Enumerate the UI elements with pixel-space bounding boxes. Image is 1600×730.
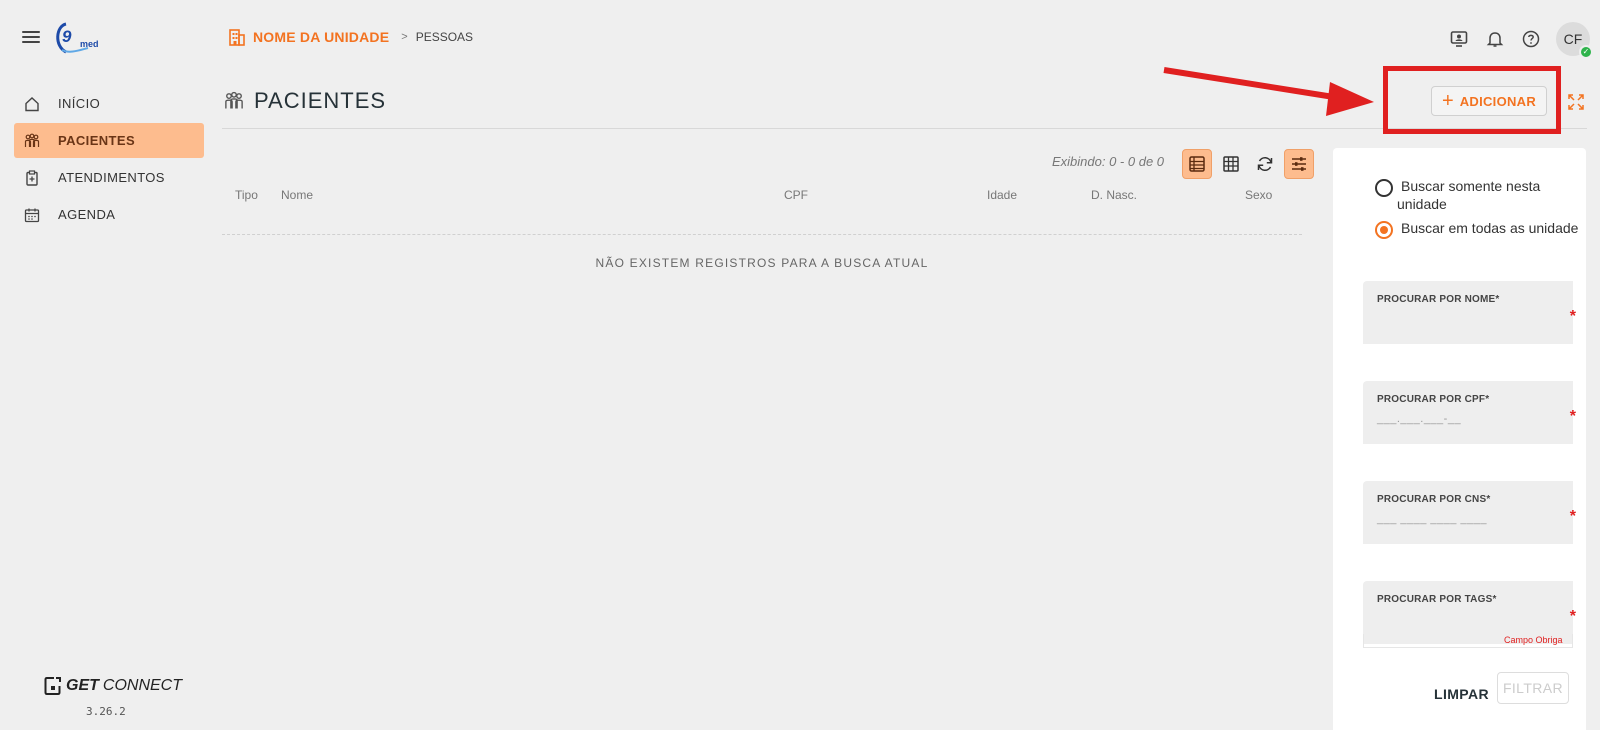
breadcrumb-unit[interactable]: NOME DA UNIDADE bbox=[253, 29, 389, 45]
field-mask: ___ ____ ____ ____ bbox=[1377, 513, 1487, 525]
logo-swoosh-icon bbox=[56, 22, 89, 54]
header-divider bbox=[222, 128, 1587, 129]
logo-word: med bbox=[80, 39, 99, 49]
top-bar: 9 med NOME DA UNIDADE > PESSOAS CF ✓ bbox=[0, 0, 1600, 76]
monitor-user-icon[interactable] bbox=[1448, 28, 1470, 50]
radio-label-all-units: Buscar em todas as unidade bbox=[1401, 220, 1579, 236]
field-label: PROCURAR POR CPF* bbox=[1377, 394, 1490, 405]
column-header-sexo[interactable]: Sexo bbox=[1245, 188, 1272, 202]
empty-state-message: NÃO EXISTEM REGISTROS PARA A BUSCA ATUAL bbox=[595, 256, 929, 270]
building-icon bbox=[229, 29, 245, 46]
column-header-tipo[interactable]: Tipo bbox=[235, 188, 258, 202]
avatar[interactable]: CF ✓ bbox=[1556, 22, 1593, 59]
required-mark: * bbox=[1569, 408, 1576, 425]
brand-connect: CONNECT bbox=[102, 677, 182, 694]
logo-number: 9 bbox=[62, 27, 72, 46]
breadcrumb-page: PESSOAS bbox=[415, 30, 474, 44]
name-search-field[interactable]: PROCURAR POR NOME* * bbox=[1363, 281, 1576, 344]
brand-get: GET bbox=[66, 677, 99, 694]
field-label: PROCURAR POR NOME* bbox=[1377, 294, 1500, 305]
fullscreen-icon[interactable] bbox=[1567, 93, 1585, 111]
column-header-cpf[interactable]: CPF bbox=[784, 188, 808, 202]
getconnect-mark-icon bbox=[44, 677, 61, 695]
people-icon bbox=[225, 91, 243, 109]
column-header-data-nascimento[interactable]: D. Nasc. bbox=[1091, 188, 1137, 202]
cns-search-field[interactable]: PROCURAR POR CNS* ___ ____ ____ ____ * bbox=[1363, 481, 1576, 544]
required-mark: * bbox=[1569, 308, 1576, 325]
filter-toggle-button[interactable] bbox=[1284, 149, 1314, 179]
breadcrumb: NOME DA UNIDADE > PESSOAS bbox=[229, 28, 473, 46]
clear-button[interactable]: LIMPAR bbox=[1434, 686, 1489, 702]
sidebar-item-label: AGENDA bbox=[58, 207, 116, 222]
field-label: PROCURAR POR TAGS* bbox=[1377, 594, 1497, 605]
app-version: 3.26.2 bbox=[86, 705, 126, 718]
grid-view-button[interactable] bbox=[1216, 149, 1246, 179]
filter-button[interactable]: FILTRAR bbox=[1497, 672, 1569, 704]
sidebar-item-inicio[interactable]: INÍCIO bbox=[14, 86, 204, 121]
field-mask: ___.___.___-__ bbox=[1377, 413, 1462, 425]
field-label: PROCURAR POR CNS* bbox=[1377, 494, 1491, 505]
people-icon bbox=[24, 133, 40, 147]
top-actions: CF ✓ bbox=[1448, 22, 1593, 59]
refresh-icon bbox=[1257, 157, 1273, 171]
home-icon bbox=[25, 96, 39, 111]
add-patient-button[interactable]: + ADICIONAR bbox=[1431, 86, 1548, 116]
calendar-icon bbox=[24, 208, 40, 222]
column-header-nome[interactable]: Nome bbox=[281, 188, 313, 202]
column-header-idade[interactable]: Idade bbox=[987, 188, 1017, 202]
page-title: PACIENTES bbox=[254, 88, 387, 113]
required-mark: * bbox=[1569, 608, 1576, 625]
hamburger-menu-icon[interactable] bbox=[22, 28, 40, 46]
sidebar-item-label: INÍCIO bbox=[58, 96, 101, 111]
table-divider bbox=[222, 234, 1302, 235]
radio-selected-icon bbox=[1375, 221, 1393, 239]
add-button-label: ADICIONAR bbox=[1459, 93, 1537, 109]
radio-label-this-unit: Buscar somente nesta unidade bbox=[1397, 178, 1541, 212]
radio-search-all-units[interactable]: Buscar em todas as unidade bbox=[1375, 219, 1578, 239]
cpf-search-field[interactable]: PROCURAR POR CPF* ___.___.___-__ * bbox=[1363, 381, 1576, 444]
filter-panel: Buscar somente nesta unidade Buscar em to… bbox=[1333, 148, 1586, 730]
sidebar-item-agenda[interactable]: AGENDA bbox=[14, 197, 204, 232]
plus-icon: + bbox=[1442, 90, 1454, 112]
breadcrumb-separator: > bbox=[401, 31, 408, 43]
radio-unselected-icon bbox=[1375, 179, 1393, 197]
sliders-icon bbox=[1292, 157, 1306, 171]
results-count: Exibindo: 0 - 0 de 0 bbox=[1052, 154, 1165, 169]
list-view-button[interactable] bbox=[1182, 149, 1212, 179]
list-view-icon bbox=[1189, 156, 1205, 172]
grid-view-icon bbox=[1223, 156, 1239, 172]
help-icon[interactable] bbox=[1520, 28, 1542, 50]
required-mark: * bbox=[1569, 508, 1576, 525]
bell-icon[interactable] bbox=[1484, 28, 1506, 50]
sidebar-item-atendimentos[interactable]: ATENDIMENTOS bbox=[14, 160, 204, 195]
sidebar-item-pacientes[interactable]: PACIENTES bbox=[14, 123, 204, 158]
page-header: PACIENTES bbox=[224, 88, 386, 114]
clipboard-icon bbox=[26, 169, 38, 186]
radio-search-this-unit[interactable]: Buscar somente nesta unidade bbox=[1375, 177, 1540, 213]
getconnect-logo: GET CONNECT bbox=[44, 676, 182, 696]
sidebar: INÍCIO PACIENTES ATENDIMENTOS AGENDA bbox=[14, 86, 204, 234]
sidebar-item-label: PACIENTES bbox=[58, 133, 136, 148]
sidebar-item-label: ATENDIMENTOS bbox=[58, 170, 165, 185]
online-status-icon: ✓ bbox=[1579, 45, 1593, 59]
refresh-button[interactable] bbox=[1250, 149, 1280, 179]
avatar-initials: CF bbox=[1563, 31, 1583, 47]
required-field-hint: Campo Obriga bbox=[1363, 634, 1573, 648]
